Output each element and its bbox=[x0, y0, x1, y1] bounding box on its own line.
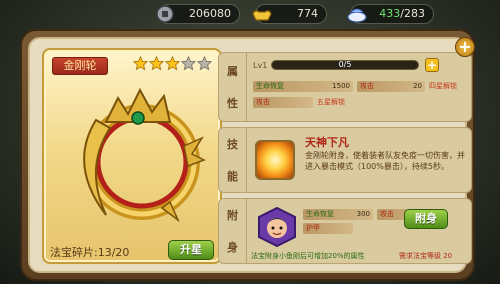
attributes-tag: 属 性 bbox=[219, 53, 247, 121]
add-button[interactable]: + bbox=[455, 37, 475, 57]
star-filled-icon bbox=[133, 56, 148, 71]
attach-bonus-note: 法宝附身小鱼刚后可增加20%的属性 bbox=[251, 252, 365, 260]
silver-coin-icon bbox=[153, 2, 177, 26]
treasure-panel: 金刚轮 法宝碎片:13/20 升星 属 性 Lv1 0/5 + 生命恢复 150… bbox=[20, 29, 475, 281]
skill-name: 天神下凡 bbox=[305, 136, 349, 149]
golden-ring-weapon-image bbox=[83, 87, 206, 223]
attach-section: 附 身 生命恢复 300 攻击 4 bbox=[218, 198, 472, 264]
attach-button[interactable]: 附身 bbox=[404, 209, 448, 229]
unlock-five-star: 五星解锁 bbox=[317, 98, 345, 106]
silver-counter: 206080 bbox=[156, 4, 240, 24]
attach-requirement-note: 需求法宝等级 20 bbox=[399, 252, 453, 260]
treasure-card: 金刚轮 法宝碎片:13/20 升星 bbox=[42, 48, 222, 264]
stat-attack: 攻击 20 bbox=[357, 81, 425, 92]
upgrade-star-button[interactable]: 升星 bbox=[168, 240, 214, 260]
skill-description: 金刚轮附身，使着装者队友免疫一切伤害，并进入暴击模式（100%暴击），持续5秒。 bbox=[305, 151, 465, 171]
star-filled-icon bbox=[165, 56, 180, 71]
shard-count: 法宝碎片:13/20 bbox=[50, 246, 130, 259]
stat-attack-2: 攻击 bbox=[253, 97, 313, 108]
add-exp-button[interactable]: + bbox=[425, 58, 439, 72]
star-empty-icon bbox=[197, 56, 212, 71]
skill-icon[interactable] bbox=[255, 140, 295, 180]
gold-counter: 774 bbox=[252, 4, 327, 24]
hero-portrait[interactable] bbox=[257, 207, 297, 247]
stamina-counter: 433/283 bbox=[347, 4, 434, 24]
unlock-four-star: 四星解锁 bbox=[429, 82, 457, 90]
treasure-name: 金刚轮 bbox=[52, 57, 108, 75]
exp-text: 0/5 bbox=[338, 60, 352, 69]
stamina-bowl-icon bbox=[345, 2, 369, 26]
attach-stat-hp-regen: 生命恢复 300 bbox=[303, 209, 373, 220]
attributes-section: 属 性 Lv1 0/5 + 生命恢复 1500 攻击 20 四星解锁 攻击 五星… bbox=[218, 52, 472, 122]
skill-section: 技 能 天神下凡 金刚轮附身，使着装者队友免疫一切伤害，并进入暴击模式（100%… bbox=[218, 127, 472, 193]
star-rating bbox=[133, 56, 212, 71]
attach-stat-armor: 护甲 bbox=[303, 223, 353, 234]
stat-hp-regen: 生命恢复 1500 bbox=[253, 81, 353, 92]
exp-progress-bar: 0/5 bbox=[271, 60, 419, 70]
panel-body: 金刚轮 法宝碎片:13/20 升星 属 性 Lv1 0/5 + 生命恢复 150… bbox=[28, 37, 472, 273]
gold-ingot-icon bbox=[250, 2, 274, 26]
attach-tag: 附 身 bbox=[219, 199, 247, 263]
game-screen: { "resources": { "silver": "206080", "go… bbox=[0, 0, 500, 284]
star-empty-icon bbox=[181, 56, 196, 71]
skill-tag: 技 能 bbox=[219, 128, 247, 192]
level-label: Lv1 bbox=[253, 61, 268, 70]
star-filled-icon bbox=[149, 56, 164, 71]
